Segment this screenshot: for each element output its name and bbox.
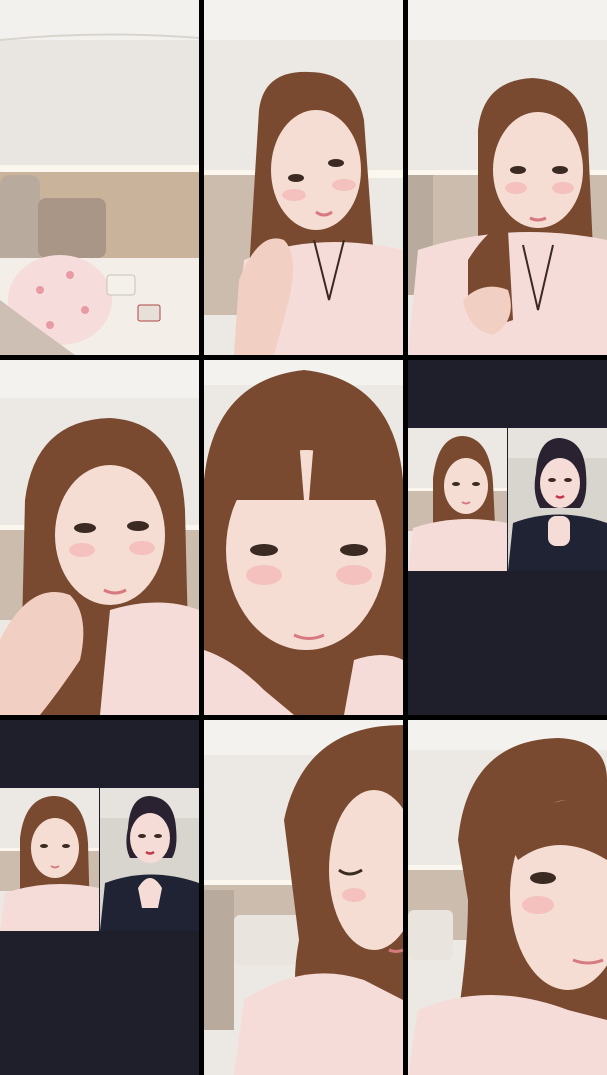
split-left-woman (408, 428, 507, 571)
split-screen-panel (0, 788, 199, 931)
video-tile-4[interactable] (0, 360, 199, 715)
video-tile-5[interactable] (204, 360, 403, 715)
empty-room-scene (0, 0, 199, 355)
video-tile-6[interactable] (408, 360, 607, 715)
split-left-woman (0, 788, 99, 931)
video-tile-3[interactable] (408, 0, 607, 355)
video-tile-1[interactable] (0, 0, 199, 355)
split-right-woman (100, 788, 199, 931)
woman-portrait-scene (0, 360, 199, 715)
split-screen-panel (408, 428, 607, 571)
woman-portrait-scene (408, 0, 607, 355)
video-tile-7[interactable] (0, 720, 199, 1075)
woman-closeup-scene (204, 360, 403, 715)
video-grid (0, 0, 607, 1075)
video-tile-2[interactable] (204, 0, 403, 355)
woman-portrait-small (0, 788, 99, 931)
woman-closeup-scene (408, 720, 607, 1075)
video-tile-8[interactable] (204, 720, 403, 1075)
video-tile-9[interactable] (408, 720, 607, 1075)
woman-portrait-small (100, 788, 199, 931)
woman-portrait-small (508, 428, 607, 571)
woman-portrait-small (408, 428, 507, 571)
woman-side-scene (204, 720, 403, 1075)
split-right-woman (508, 428, 607, 571)
woman-portrait-scene (204, 0, 403, 355)
